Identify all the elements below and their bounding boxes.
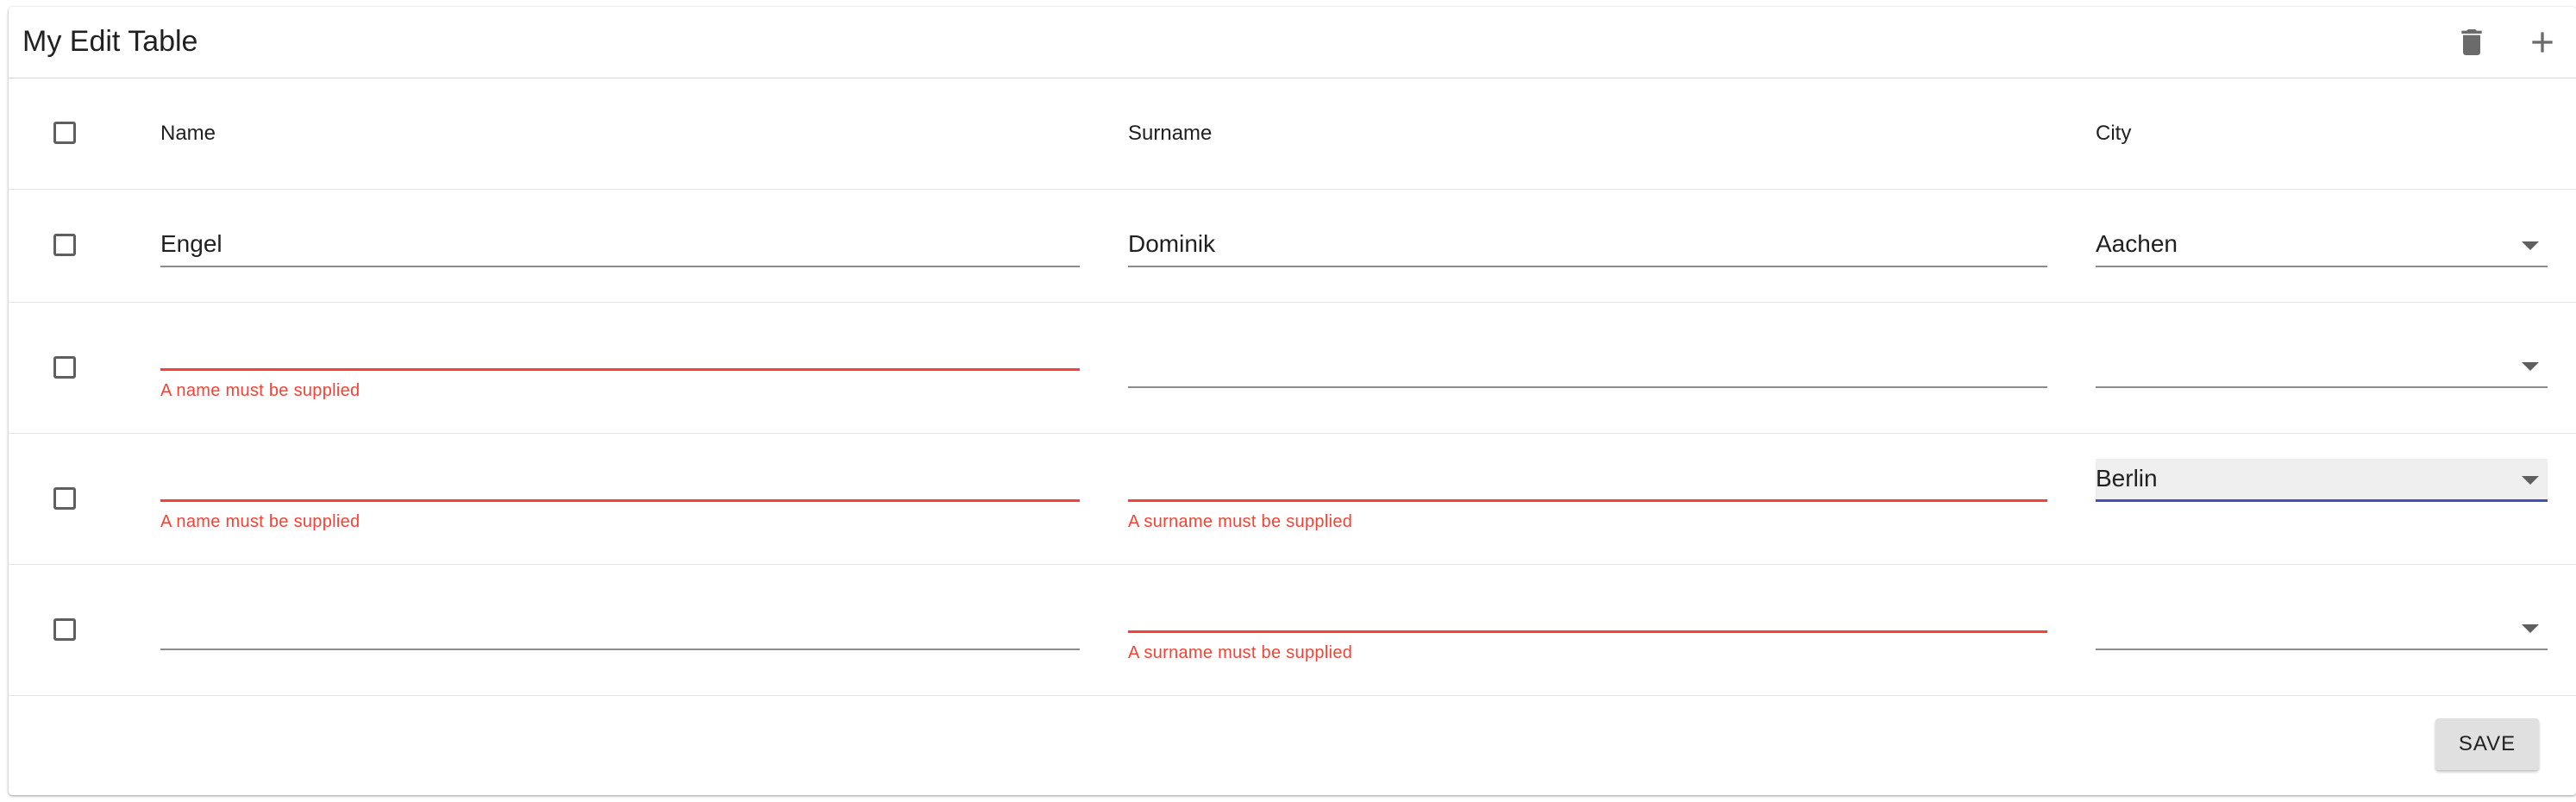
input-underline xyxy=(1128,630,2047,633)
name-input[interactable] xyxy=(160,328,1080,371)
surname-value: Dominik xyxy=(1128,230,1216,257)
surname-input[interactable] xyxy=(1128,345,2047,388)
name-input[interactable] xyxy=(160,459,1080,502)
column-header-name: Name xyxy=(160,122,216,145)
surname-input[interactable]: Dominik xyxy=(1128,224,2047,267)
name-value: Engel xyxy=(160,230,223,257)
surname-error-message: A surname must be supplied xyxy=(1128,512,1353,531)
row-checkbox[interactable] xyxy=(53,234,76,256)
city-value: Aachen xyxy=(2096,230,2178,257)
table-header-row: Name Surname City xyxy=(9,78,2576,190)
input-underline xyxy=(160,266,1080,267)
input-underline xyxy=(1128,386,2047,388)
name-error-message: A name must be supplied xyxy=(160,381,360,400)
input-underline xyxy=(2096,266,2548,267)
city-value: Berlin xyxy=(2096,465,2158,492)
name-error-message: A name must be supplied xyxy=(160,512,360,531)
input-underline xyxy=(160,368,1080,371)
input-underline xyxy=(2096,386,2548,388)
chevron-down-icon xyxy=(2522,362,2539,371)
city-select[interactable] xyxy=(2096,607,2548,650)
input-underline xyxy=(1128,499,2047,502)
input-underline xyxy=(160,648,1080,650)
city-select[interactable]: Berlin xyxy=(2096,459,2548,502)
table-row: A surname must be supplied xyxy=(9,565,2576,696)
row-checkbox[interactable] xyxy=(53,487,76,510)
surname-input[interactable] xyxy=(1128,590,2047,633)
name-input[interactable]: Engel xyxy=(160,224,1080,267)
input-underline xyxy=(2096,499,2548,502)
name-input[interactable] xyxy=(160,607,1080,650)
table-row: A name must be supplied A surname must b… xyxy=(9,434,2576,565)
table-toolbar: My Edit Table xyxy=(9,7,2576,78)
row-checkbox[interactable] xyxy=(53,356,76,379)
input-underline xyxy=(160,499,1080,502)
edit-table-card: My Edit Table Name Surname City Engel Do… xyxy=(9,7,2576,795)
surname-input[interactable] xyxy=(1128,459,2047,502)
column-header-surname: Surname xyxy=(1128,122,1213,145)
city-select[interactable]: Aachen xyxy=(2096,224,2548,267)
table-row: Engel Dominik Aachen xyxy=(9,190,2576,303)
plus-icon[interactable] xyxy=(2525,25,2560,60)
input-underline xyxy=(1128,266,2047,267)
chevron-down-icon xyxy=(2522,624,2539,633)
column-header-city: City xyxy=(2096,122,2132,145)
row-checkbox[interactable] xyxy=(53,618,76,641)
table-title: My Edit Table xyxy=(22,25,198,58)
select-all-checkbox[interactable] xyxy=(53,122,76,144)
save-button[interactable]: SAVE xyxy=(2435,718,2539,770)
surname-error-message: A surname must be supplied xyxy=(1128,643,1353,662)
chevron-down-icon xyxy=(2522,241,2539,250)
table-row: A name must be supplied xyxy=(9,303,2576,434)
trash-icon[interactable] xyxy=(2454,25,2489,60)
city-select[interactable] xyxy=(2096,345,2548,388)
input-underline xyxy=(2096,648,2548,650)
chevron-down-icon xyxy=(2522,476,2539,485)
